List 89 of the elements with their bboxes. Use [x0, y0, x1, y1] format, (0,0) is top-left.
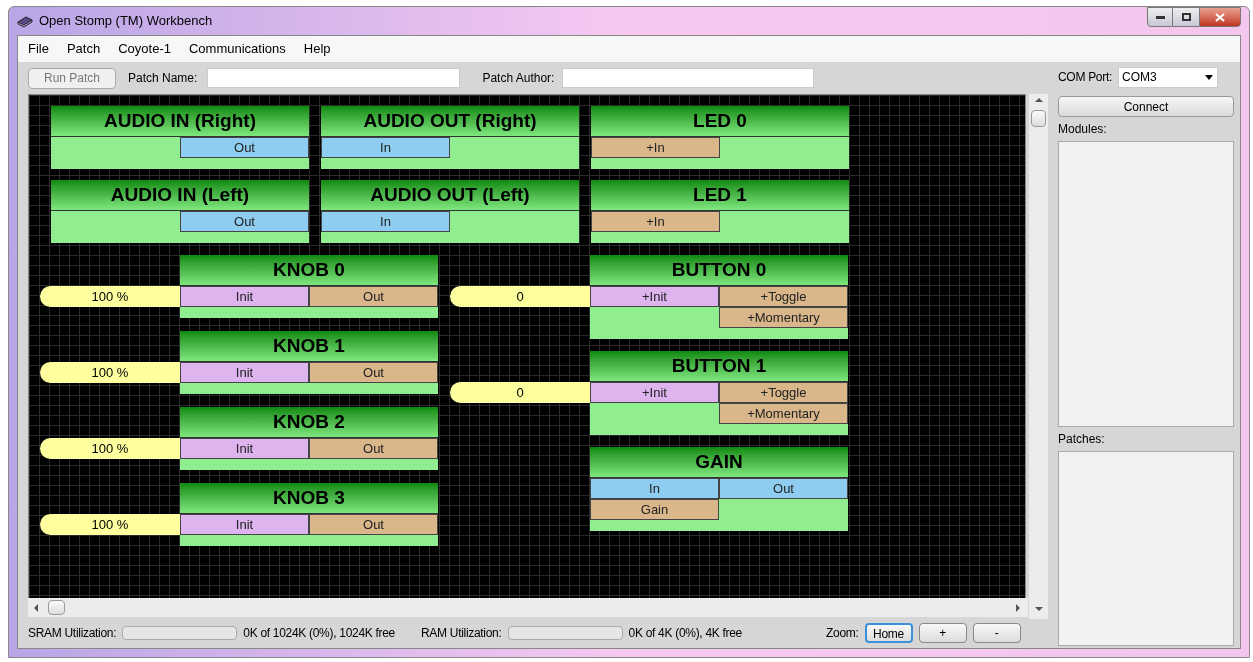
value-field[interactable]: 0	[450, 286, 590, 307]
port-block[interactable]: Gain	[590, 499, 719, 520]
patch-name-field[interactable]	[207, 68, 461, 88]
module-block[interactable]: KNOB 2 Init Out	[180, 407, 438, 470]
module-block[interactable]: AUDIO IN (Left) Out	[51, 180, 309, 243]
module-block[interactable]: BUTTON 1 +Init +Toggle +Momentary	[590, 351, 848, 435]
module-title: GAIN	[590, 447, 848, 478]
module-title: BUTTON 1	[590, 351, 848, 382]
value-field[interactable]: 100 %	[40, 362, 180, 383]
port-block[interactable]: +In	[591, 137, 720, 158]
list-label: Patches:	[1058, 431, 1106, 448]
port-block[interactable]: +Momentary	[719, 403, 848, 424]
port-block[interactable]: Out	[719, 478, 848, 499]
port-block[interactable]: In	[321, 211, 450, 232]
module-title: AUDIO IN (Left)	[51, 180, 309, 211]
module-title: KNOB 1	[180, 331, 438, 362]
module-block[interactable]: LED 1 +In	[591, 180, 849, 243]
list-box[interactable]	[1058, 451, 1234, 646]
meter-reading: 0K of 4K (0%), 4K free	[628, 624, 742, 642]
dropdown-caret-icon	[1205, 74, 1213, 80]
horizontal-scrollbar[interactable]	[28, 598, 1028, 617]
port-block[interactable]: Out	[309, 514, 438, 535]
field-label: Patch Name:	[128, 70, 198, 87]
scroll-thumb[interactable]	[1031, 110, 1046, 127]
module-block[interactable]: KNOB 1 Init Out	[180, 331, 438, 394]
close-icon	[1215, 12, 1225, 22]
module-block[interactable]: BUTTON 0 +Init +Toggle +Momentary	[590, 255, 848, 339]
scroll-thumb[interactable]	[48, 600, 65, 615]
port-block[interactable]: +In	[591, 211, 720, 232]
module-title: KNOB 0	[180, 255, 438, 286]
port-block[interactable]: +Momentary	[719, 307, 848, 328]
value-field[interactable]: 100 %	[40, 438, 180, 459]
maximize-button[interactable]	[1173, 7, 1199, 27]
menu-item[interactable]: File	[28, 39, 49, 59]
patch-author-field[interactable]	[562, 68, 815, 88]
app-icon	[17, 14, 33, 28]
meter-reading: 0K of 1024K (0%), 1024K free	[243, 624, 395, 642]
list-label: Modules:	[1058, 121, 1108, 138]
zoom-button[interactable]: Home	[864, 622, 913, 643]
close-button[interactable]	[1199, 7, 1241, 27]
value-field[interactable]: 100 %	[40, 286, 180, 307]
module-title: LED 1	[591, 180, 849, 211]
module-block[interactable]: LED 0 +In	[591, 106, 849, 169]
module-title: BUTTON 0	[590, 255, 848, 286]
port-block[interactable]: Out	[309, 362, 438, 383]
port-block[interactable]: Out	[309, 438, 438, 459]
value-field[interactable]: 100 %	[40, 514, 180, 535]
module-block[interactable]: KNOB 3 Init Out	[180, 483, 438, 546]
menu-item[interactable]: Coyote-1	[118, 39, 171, 59]
window-title: Open Stomp (TM) Workbench	[39, 12, 213, 31]
menu-item[interactable]: Help	[303, 39, 331, 59]
zoom-button[interactable]: +	[918, 622, 967, 643]
minimize-button[interactable]	[1147, 7, 1173, 27]
module-title: KNOB 2	[180, 407, 438, 438]
com-port-dropdown[interactable]: COM3	[1118, 66, 1218, 88]
menu-item[interactable]: Communications	[188, 39, 286, 59]
port-block[interactable]: In	[590, 478, 719, 499]
com-port-label: COM Port:	[1058, 69, 1112, 86]
field-label: Patch Author:	[482, 70, 555, 87]
module-title: AUDIO OUT (Right)	[321, 106, 579, 137]
module-block[interactable]: GAIN In Out Gain	[590, 447, 848, 531]
connect-button[interactable]: Connect	[1058, 96, 1234, 117]
module-title: AUDIO OUT (Left)	[321, 180, 579, 211]
module-title: LED 0	[591, 106, 849, 137]
port-block[interactable]: +Toggle	[719, 382, 848, 403]
value-field[interactable]: 0	[450, 382, 590, 403]
module-block[interactable]: AUDIO OUT (Left) In	[321, 180, 579, 243]
port-block[interactable]: Init	[180, 514, 309, 535]
menu-item[interactable]: Patch	[66, 39, 101, 59]
module-block[interactable]: KNOB 0 Init Out	[180, 255, 438, 318]
module-block[interactable]: AUDIO OUT (Right) In	[321, 106, 579, 169]
zoom-button[interactable]: -	[972, 622, 1021, 643]
port-block[interactable]: Out	[309, 286, 438, 307]
port-block[interactable]: Out	[180, 137, 309, 158]
meter-label: SRAM Utilization:	[28, 624, 117, 642]
port-block[interactable]: Out	[180, 211, 309, 232]
module-block[interactable]: AUDIO IN (Right) Out	[51, 106, 309, 169]
port-block[interactable]: Init	[180, 362, 309, 383]
zoom-label: Zoom:	[826, 624, 859, 642]
vertical-scrollbar[interactable]	[1029, 94, 1048, 619]
port-block[interactable]: Init	[180, 438, 309, 459]
port-block[interactable]: Init	[180, 286, 309, 307]
module-title: KNOB 3	[180, 483, 438, 514]
module-title: AUDIO IN (Right)	[51, 106, 309, 137]
port-block[interactable]: +Init	[590, 286, 719, 307]
port-block[interactable]: +Toggle	[719, 286, 848, 307]
port-block[interactable]: +Init	[590, 382, 719, 403]
port-block[interactable]: In	[321, 137, 450, 158]
meter-label: RAM Utilization:	[420, 624, 502, 642]
